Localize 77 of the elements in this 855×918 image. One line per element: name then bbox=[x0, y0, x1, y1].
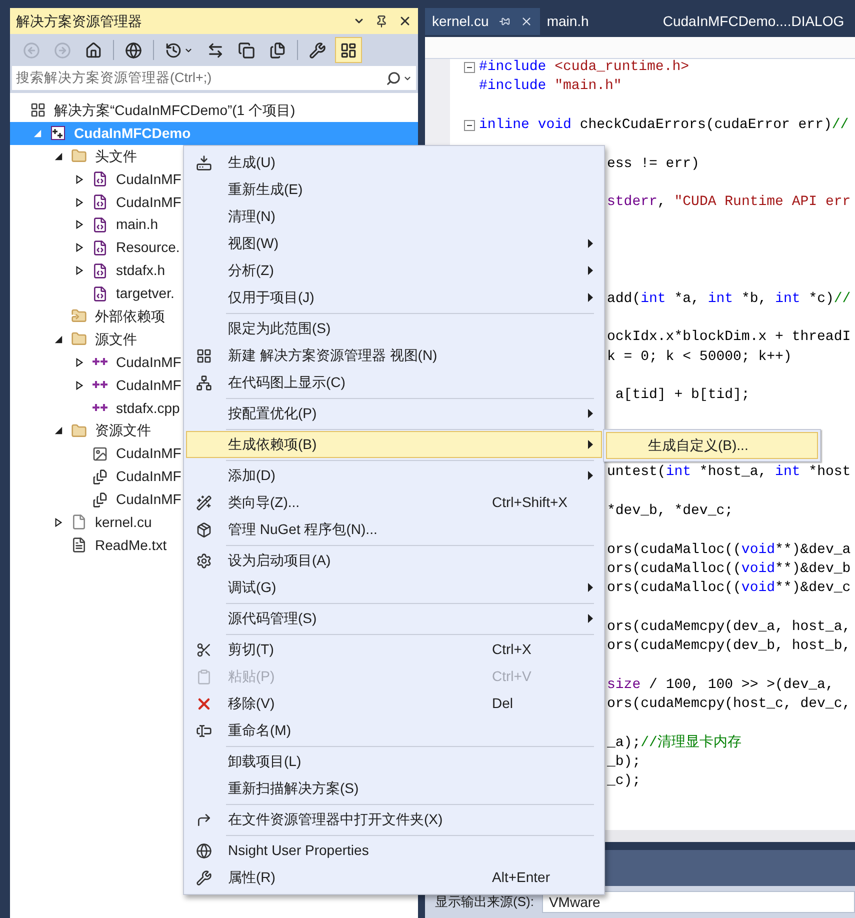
code-line: #include "main.h" bbox=[479, 77, 622, 96]
menu-item-label: 粘贴(P) bbox=[228, 667, 276, 686]
tree-item-label: 解决方案“CudaInMFCDemo”(1 个项目) bbox=[54, 100, 296, 120]
shortcut-label: Ctrl+X bbox=[492, 640, 532, 659]
menu-item-label: 生成(U) bbox=[228, 153, 276, 172]
panel-title: 解决方案资源管理器 bbox=[16, 12, 143, 30]
shortcut-label: Ctrl+V bbox=[492, 667, 532, 686]
tab-label: main.h bbox=[546, 12, 589, 31]
menu-item-label: 调试(G) bbox=[228, 578, 278, 597]
menu-item-label: 视图(W) bbox=[228, 234, 280, 253]
tree-item-label: stdafx.h bbox=[116, 261, 166, 280]
code-line: add(int *a, int *b, int *c)// bbox=[607, 290, 851, 309]
menu-item-label: 卸载项目(L) bbox=[228, 752, 302, 771]
shortcut-label: Alt+Enter bbox=[492, 868, 551, 887]
menu-item-label: 设为启动项目(A) bbox=[228, 551, 332, 570]
menu-item-label: 仅用于项目(J) bbox=[228, 288, 316, 307]
tab-label: kernel.cu bbox=[432, 12, 489, 31]
code-line: a[tid] + b[tid]; bbox=[614, 386, 750, 406]
tree-item-label: CudaInMFCDemo bbox=[74, 124, 191, 143]
tree-item-label: 外部依赖项 bbox=[95, 306, 165, 326]
code-line: ors(cudaMalloc((void**)&dev_a bbox=[607, 540, 851, 560]
menu-item-label: 属性(R) bbox=[228, 868, 276, 887]
tree-item-label: CudaInMF bbox=[116, 376, 182, 395]
tree-item-label: 资源文件 bbox=[95, 421, 151, 440]
tree-item-label: main.h bbox=[116, 215, 158, 234]
menu-item-label: Nsight User Properties bbox=[228, 841, 370, 860]
menu-item-label: 限定为此范围(S) bbox=[228, 319, 332, 338]
code-line: ess != err) bbox=[607, 154, 700, 174]
menu-item-label: 添加(D) bbox=[228, 466, 276, 485]
code-line: ors(cudaMemcpy(host_c, dev_c, bbox=[607, 694, 851, 714]
code-line: ors(cudaMemcpy(dev_a, host_a, bbox=[607, 618, 851, 637]
tree-item-label: CudaInMF bbox=[116, 192, 182, 212]
menu-item-label: 在代码图上显示(C) bbox=[228, 373, 346, 392]
tree-item-label: stdafx.cpp bbox=[116, 398, 180, 418]
code-line: ors(cudaMalloc((void**)&dev_c bbox=[607, 579, 851, 598]
menu-item-label: 在文件资源管理器中打开文件夹(X) bbox=[228, 810, 444, 829]
code-line: size / 100, 100 >> >(dev_a, bbox=[607, 676, 834, 695]
menu-item-label: 按配置优化(P) bbox=[228, 404, 318, 423]
shortcut-label: Del bbox=[492, 694, 514, 713]
tree-item-label: CudaInMF bbox=[116, 170, 182, 189]
menu-item-label: 管理 NuGet 程序包(N)... bbox=[228, 520, 378, 539]
code-line: untest(int *host_a, int *host bbox=[607, 463, 851, 482]
output-source-label: 显示输出来源(S): bbox=[435, 893, 534, 912]
menu-item-label: 生成依赖项(B) bbox=[228, 435, 318, 454]
menu-item-label: 分析(Z) bbox=[228, 261, 275, 280]
tree-item-label: 头文件 bbox=[95, 146, 137, 166]
tree-item-label: CudaInMF bbox=[116, 467, 182, 486]
tree-item-label: CudaInMF bbox=[116, 444, 182, 464]
tree-item-label: targetver. bbox=[116, 284, 174, 304]
tree-item-label: ReadMe.txt bbox=[95, 536, 167, 555]
code-line: inline void checkCudaErrors(cudaError err)// bbox=[479, 116, 849, 136]
tree-item-label: 源文件 bbox=[95, 330, 137, 349]
tree-item-label: CudaInMF bbox=[116, 490, 182, 510]
menu-item-label: 重命名(M) bbox=[228, 721, 292, 740]
shortcut-label: Ctrl+Shift+X bbox=[492, 493, 568, 512]
code-line: _c); bbox=[607, 772, 641, 792]
code-line: stderr, "CUDA Runtime API err bbox=[607, 193, 851, 212]
menu-item-label: 源代码管理(S) bbox=[228, 609, 318, 628]
code-line: _a);//清理显卡内存 bbox=[607, 734, 742, 753]
code-line: ors(cudaMemcpy(dev_b, host_b, bbox=[607, 637, 851, 656]
code-line: k = 0; k < 50000; k++) bbox=[607, 348, 792, 367]
tree-item-label: kernel.cu bbox=[95, 512, 152, 532]
menu-item-label: 新建 解决方案资源管理器 视图(N) bbox=[228, 346, 438, 365]
menu-item-label: 重新扫描解决方案(S) bbox=[228, 779, 360, 798]
menu-item-label: 类向导(Z)... bbox=[228, 493, 301, 512]
menu-item-label: 清理(N) bbox=[228, 207, 276, 226]
code-line: ors(cudaMalloc((void**)&dev_b bbox=[607, 560, 851, 579]
tree-item-label: CudaInMF bbox=[116, 352, 182, 372]
tree-item-label: Resource. bbox=[116, 238, 180, 258]
code-line: ockIdx.x*blockDim.x + threadI bbox=[607, 328, 851, 348]
menu-item-label: 剪切(T) bbox=[228, 640, 275, 659]
code-line: _b); bbox=[607, 752, 641, 772]
code-line: *dev_b, *dev_c; bbox=[607, 502, 734, 521]
tab-label: CudaInMFCDemo....DIALOG bbox=[662, 12, 844, 31]
menu-item-label: 重新生成(E) bbox=[228, 180, 304, 199]
code-line: #include <cuda_runtime.h> bbox=[479, 59, 690, 78]
menu-item-label: 移除(V) bbox=[228, 694, 276, 713]
